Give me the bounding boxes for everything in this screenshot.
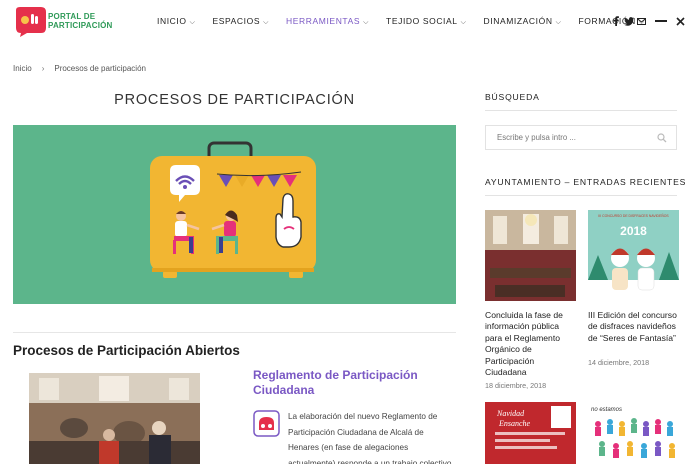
nav-item-espacios[interactable]: ESPACIOS ⌵ [212,16,269,27]
recent-post-image-3[interactable]: Navidad Ensanche [485,402,576,464]
breadcrumb: Inicio › Procesos de participación [13,64,146,73]
logo-badge-icon [16,7,46,37]
nav-item-herramientas[interactable]: HERRAMIENTAS ⌵ [286,16,369,27]
recent-post-image-2[interactable]: III CONCURSO DE DISFRACES NAVIDEÑOS 2018 [588,210,679,301]
recent-post-image-1[interactable] [485,210,576,301]
post-excerpt: La elaboración del nuevo Reglamento de P… [288,412,454,464]
nav-item-inicio[interactable]: INICIO ⌵ [157,16,195,27]
poster-navidad-text: Navidad [496,409,525,418]
breadcrumb-home[interactable]: Inicio [13,64,32,73]
mail-icon[interactable] [636,15,647,27]
post-title-link[interactable]: Reglamento de Participación Ciudadana [253,368,453,398]
section-divider [13,332,456,333]
poster-ensanche-text: Ensanche [498,419,531,428]
header-icons [610,15,688,27]
facebook-icon[interactable] [610,15,621,27]
chevron-down-icon: ⌵ [263,19,270,26]
breadcrumb-separator-icon: › [41,64,45,73]
people-figures-poster: no estamos [588,402,679,464]
site-logo[interactable]: PORTAL DE PARTICIPACIÓN [13,6,113,38]
christmas-poster: III CONCURSO DE DISFRACES NAVIDEÑOS 2018 [588,210,679,301]
poster-note-text: no estamos [591,407,622,413]
nav-label: ESPACIOS [212,16,261,26]
chevron-down-icon: ⌵ [189,19,196,26]
chevron-down-icon: ⌵ [555,19,562,26]
breadcrumb-current: Procesos de participación [54,64,146,73]
nav-label: HERRAMIENTAS [286,16,361,26]
main-nav: INICIO ⌵ ESPACIOS ⌵ HERRAMIENTAS ⌵ TEJIDO S… [157,16,662,27]
poster-heading: III CONCURSO DE DISFRACES NAVIDEÑOS [598,213,669,218]
suitcase-illustration [13,125,456,304]
participation-logo-icon [253,410,280,437]
hero-image [13,125,456,304]
recent-posts-heading: AYUNTAMIENTO – ENTRADAS RECIENTES [485,177,687,187]
search-heading-rule [485,110,677,111]
recent-post-date-1: 18 diciembre, 2018 [485,381,547,390]
poster-year: 2018 [620,224,647,238]
nav-item-tejido-social[interactable]: TEJIDO SOCIAL ⌵ [386,16,466,27]
recent-post-image-4[interactable]: no estamos [588,402,679,464]
post-thumbnail[interactable] [29,373,200,464]
search-box [485,125,677,150]
recent-post-date-2: 14 diciembre, 2018 [588,358,650,367]
nav-label: INICIO [157,16,187,26]
site-header: PORTAL DE PARTICIPACIÓN INICIO ⌵ ESPACIOS… [0,0,696,44]
close-icon[interactable] [675,15,686,27]
recent-post-title-2[interactable]: III Edición del concurso de disfraces na… [588,310,680,344]
logo-line-2: PARTICIPACIÓN [48,21,113,30]
logo-text: PORTAL DE PARTICIPACIÓN [48,12,113,30]
nav-label: TEJIDO SOCIAL [386,16,458,26]
navidad-ensanche-poster: Navidad Ensanche [485,402,576,464]
search-input[interactable] [486,126,646,149]
recent-heading-rule [485,195,677,196]
council-meeting-photo [29,373,200,464]
twitter-icon[interactable] [623,15,634,27]
menu-icon[interactable] [655,15,667,27]
page-title: PROCESOS DE PARTICIPACIÓN [114,92,355,108]
council-chamber-photo [485,210,576,301]
logo-line-1: PORTAL DE [48,12,96,21]
nav-label: DINAMIZACIÓN [483,16,553,26]
search-icon[interactable] [657,133,667,143]
search-heading: BÚSQUEDA [485,92,540,102]
chevron-down-icon: ⌵ [460,19,467,26]
section-title: Procesos de Participación Abiertos [13,343,240,358]
nav-item-dinamizacion[interactable]: DINAMIZACIÓN ⌵ [484,16,562,27]
recent-post-title-1[interactable]: Concluida la fase de información pública… [485,310,577,378]
chevron-down-icon: ⌵ [363,19,370,26]
